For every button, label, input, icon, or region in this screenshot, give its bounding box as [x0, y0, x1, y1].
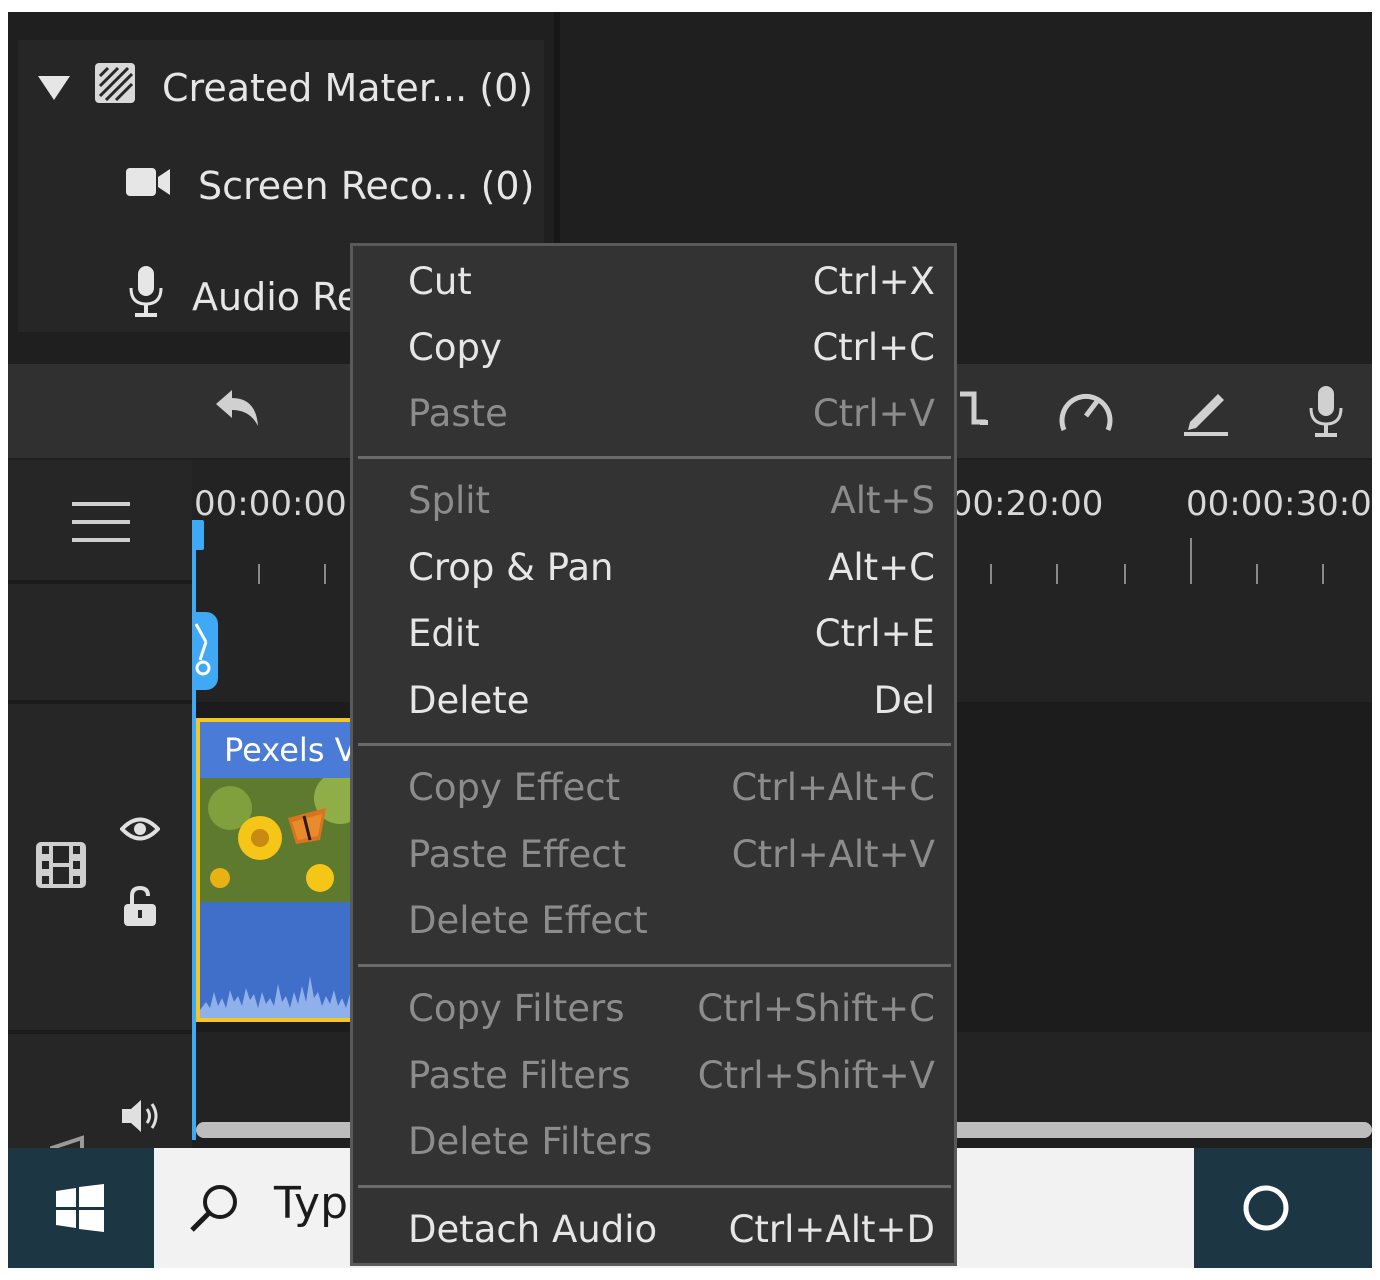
- menu-item-edit[interactable]: Edit Ctrl+E: [353, 601, 954, 667]
- menu-item-paste[interactable]: Paste Ctrl+V: [353, 381, 954, 447]
- context-menu: Cut Ctrl+X Copy Ctrl+C Paste Ctrl+V Spli…: [350, 243, 957, 1266]
- menu-separator: [358, 964, 951, 967]
- menu-item-detach-audio[interactable]: Detach Audio Ctrl+Alt+D: [353, 1197, 954, 1263]
- menu-item-delete-filters[interactable]: Delete Filters: [353, 1109, 954, 1175]
- video-clip[interactable]: Pexels Vi: [196, 718, 374, 1022]
- unlock-icon[interactable]: [122, 885, 158, 930]
- track-headers: [8, 460, 192, 1268]
- cortana-circle-icon[interactable]: [1242, 1184, 1290, 1236]
- clip-thumbnail: [200, 778, 370, 902]
- menu-separator: [358, 456, 951, 459]
- menu-item-copy-effect[interactable]: Copy Effect Ctrl+Alt+C: [353, 755, 954, 821]
- menu-separator: [358, 1185, 951, 1188]
- created-materials-icon: [94, 62, 136, 113]
- menu-separator: [358, 743, 951, 746]
- menu-item-delete-effect[interactable]: Delete Effect: [353, 888, 954, 954]
- speaker-icon[interactable]: [120, 1096, 164, 1140]
- audio-waveform: [200, 976, 370, 1018]
- crop-icon[interactable]: [956, 386, 992, 438]
- library-item-created-materials[interactable]: Created Mater... (0): [38, 62, 533, 113]
- menu-item-crop-pan[interactable]: Crop & Pan Alt+C: [353, 535, 954, 601]
- microphone-icon: [126, 266, 166, 327]
- speed-gauge-icon[interactable]: [1058, 386, 1114, 440]
- menu-item-copy-filters[interactable]: Copy Filters Ctrl+Shift+C: [353, 976, 954, 1042]
- eye-icon[interactable]: [119, 816, 161, 846]
- library-item-label: Screen Reco... (0): [198, 164, 535, 208]
- pen-icon[interactable]: [1182, 386, 1230, 440]
- menu-item-copy[interactable]: Copy Ctrl+C: [353, 315, 954, 381]
- menu-item-paste-effect[interactable]: Paste Effect Ctrl+Alt+V: [353, 822, 954, 888]
- library-item-label: Created Mater... (0): [162, 65, 534, 110]
- collapse-triangle-icon[interactable]: [38, 75, 70, 100]
- timecode-label: 00:00:30:00: [1186, 484, 1372, 524]
- search-icon: [188, 1182, 240, 1238]
- playhead-marker[interactable]: [192, 520, 204, 550]
- track-menu-icon[interactable]: [72, 502, 130, 556]
- video-track-icon: [36, 842, 86, 892]
- menu-item-cut[interactable]: Cut Ctrl+X: [353, 249, 954, 315]
- split-handle[interactable]: [192, 612, 218, 690]
- menu-item-delete[interactable]: Delete Del: [353, 668, 954, 734]
- record-voice-icon[interactable]: [1308, 386, 1344, 442]
- library-item-label: Audio Re: [192, 274, 361, 319]
- video-camera-icon: [126, 164, 172, 208]
- menu-item-split[interactable]: Split Alt+S: [353, 468, 954, 534]
- undo-icon[interactable]: [212, 386, 262, 434]
- library-item-screen-recordings[interactable]: Screen Reco... (0): [126, 164, 534, 208]
- clip-title: Pexels Vi: [200, 722, 370, 778]
- search-input-text: Typ: [274, 1178, 348, 1229]
- menu-item-paste-filters[interactable]: Paste Filters Ctrl+Shift+V: [353, 1043, 954, 1109]
- windows-start-icon[interactable]: [56, 1184, 104, 1236]
- library-item-audio-recordings[interactable]: Audio Re: [126, 266, 360, 327]
